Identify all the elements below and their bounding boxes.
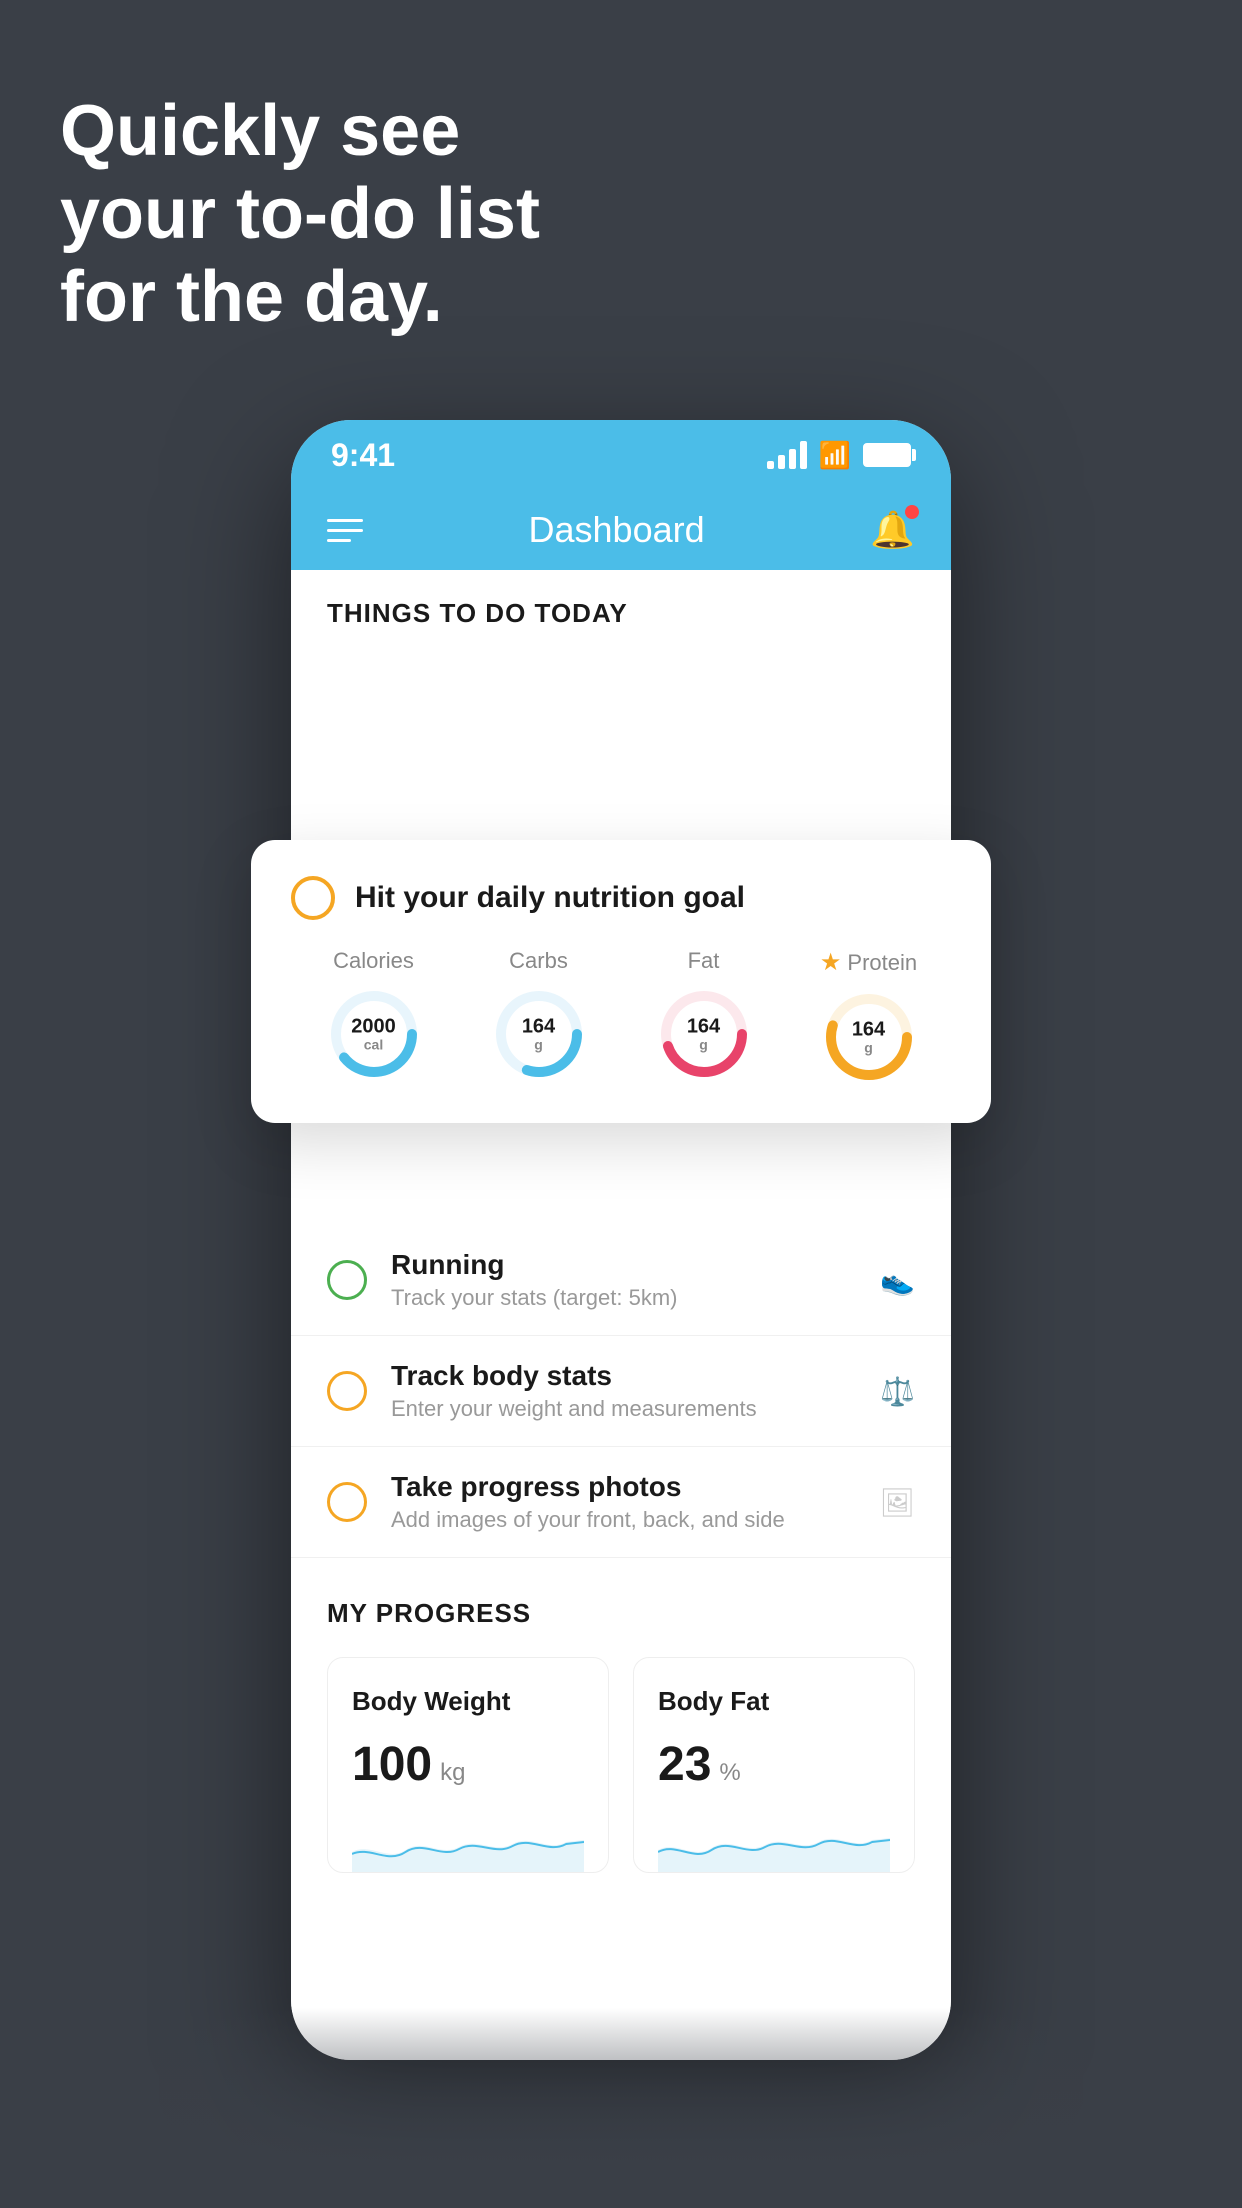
status-icons: 📶 <box>767 440 911 471</box>
todo-item-body-stats[interactable]: Track body stats Enter your weight and m… <box>291 1336 951 1447</box>
progress-card-weight-title: Body Weight <box>352 1686 584 1717</box>
carbs-donut: 164 g <box>489 984 589 1084</box>
hero-line3: for the day. <box>60 257 443 337</box>
progress-cards: Body Weight 100 kg Bo <box>327 1657 915 1873</box>
notifications-button[interactable]: 🔔 <box>870 509 915 551</box>
todo-check-running <box>327 1260 367 1300</box>
phone-frame: 9:41 📶 Dashboard 🔔 <box>291 420 951 2060</box>
calories-label: Calories <box>333 948 414 974</box>
fat-label: Fat <box>688 948 720 974</box>
progress-section: MY PROGRESS Body Weight 100 kg <box>291 1558 951 1873</box>
todo-text-photos: Take progress photos Add images of your … <box>391 1471 855 1533</box>
calories-value: 2000 cal <box>351 1015 396 1052</box>
todo-subtitle-running: Track your stats (target: 5km) <box>391 1285 856 1311</box>
progress-card-bodyfat[interactable]: Body Fat 23 % <box>633 1657 915 1873</box>
phone-mockup: 9:41 📶 Dashboard 🔔 <box>291 420 951 2120</box>
hero-text: Quickly see your to-do list for the day. <box>60 90 540 338</box>
bodyfat-wave <box>658 1812 890 1872</box>
todo-list: Running Track your stats (target: 5km) 👟… <box>291 1225 951 1558</box>
progress-header: MY PROGRESS <box>327 1598 915 1629</box>
nutrition-item-carbs: Carbs 164 g <box>489 948 589 1084</box>
todo-check-body-stats <box>327 1371 367 1411</box>
todo-check-photos <box>327 1482 367 1522</box>
scale-icon: ⚖️ <box>880 1375 915 1408</box>
todo-subtitle-photos: Add images of your front, back, and side <box>391 1507 855 1533</box>
fat-value: 164 g <box>687 1015 720 1052</box>
nutrition-card-title: Hit your daily nutrition goal <box>355 881 745 915</box>
app-content: THINGS TO DO TODAY Running Track your st… <box>291 570 951 2060</box>
nutrition-check-circle <box>291 876 335 920</box>
protein-value: 164 g <box>852 1018 885 1055</box>
shoe-icon: 👟 <box>880 1264 915 1297</box>
weight-unit: kg <box>440 1759 465 1787</box>
protein-donut: 164 g <box>819 987 919 1087</box>
weight-value: 100 <box>352 1737 432 1792</box>
todo-item-running[interactable]: Running Track your stats (target: 5km) 👟 <box>291 1225 951 1336</box>
notification-badge <box>905 505 919 519</box>
nav-title: Dashboard <box>529 509 705 551</box>
todo-subtitle-body-stats: Enter your weight and measurements <box>391 1396 856 1422</box>
bodyfat-unit: % <box>719 1759 740 1787</box>
todo-title-running: Running <box>391 1249 856 1281</box>
nutrition-circles: Calories 2000 cal Carbs <box>291 948 951 1087</box>
calories-donut: 2000 cal <box>324 984 424 1084</box>
signal-icon <box>767 441 807 469</box>
status-bar: 9:41 📶 <box>291 420 951 490</box>
menu-button[interactable] <box>327 519 363 542</box>
things-today-header: THINGS TO DO TODAY <box>291 570 951 645</box>
hero-line1: Quickly see <box>60 91 460 171</box>
nutrition-card-header: Hit your daily nutrition goal <box>291 876 951 920</box>
fat-donut: 164 g <box>654 984 754 1084</box>
nutrition-item-calories: Calories 2000 cal <box>324 948 424 1084</box>
todo-title-body-stats: Track body stats <box>391 1360 856 1392</box>
todo-title-photos: Take progress photos <box>391 1471 855 1503</box>
bodyfat-value: 23 <box>658 1737 711 1792</box>
todo-text-body-stats: Track body stats Enter your weight and m… <box>391 1360 856 1422</box>
todo-text-running: Running Track your stats (target: 5km) <box>391 1249 856 1311</box>
nutrition-card: Hit your daily nutrition goal Calories 2… <box>251 840 991 1123</box>
todo-item-photos[interactable]: Take progress photos Add images of your … <box>291 1447 951 1558</box>
battery-icon <box>863 443 911 467</box>
nutrition-item-protein: ★ Protein 164 g <box>819 948 919 1087</box>
nav-bar: Dashboard 🔔 <box>291 490 951 570</box>
carbs-value: 164 g <box>522 1015 555 1052</box>
protein-label: ★ Protein <box>820 948 917 977</box>
star-icon: ★ <box>820 948 842 977</box>
status-time: 9:41 <box>331 437 395 474</box>
weight-wave <box>352 1812 584 1872</box>
hero-line2: your to-do list <box>60 174 540 254</box>
carbs-label: Carbs <box>509 948 568 974</box>
progress-card-bodyfat-value: 23 % <box>658 1737 890 1792</box>
progress-card-weight-value: 100 kg <box>352 1737 584 1792</box>
progress-card-bodyfat-title: Body Fat <box>658 1686 890 1717</box>
photo-icon: 🖼 <box>879 1486 915 1519</box>
wifi-icon: 📶 <box>819 440 851 471</box>
nutrition-item-fat: Fat 164 g <box>654 948 754 1084</box>
progress-card-weight[interactable]: Body Weight 100 kg <box>327 1657 609 1873</box>
